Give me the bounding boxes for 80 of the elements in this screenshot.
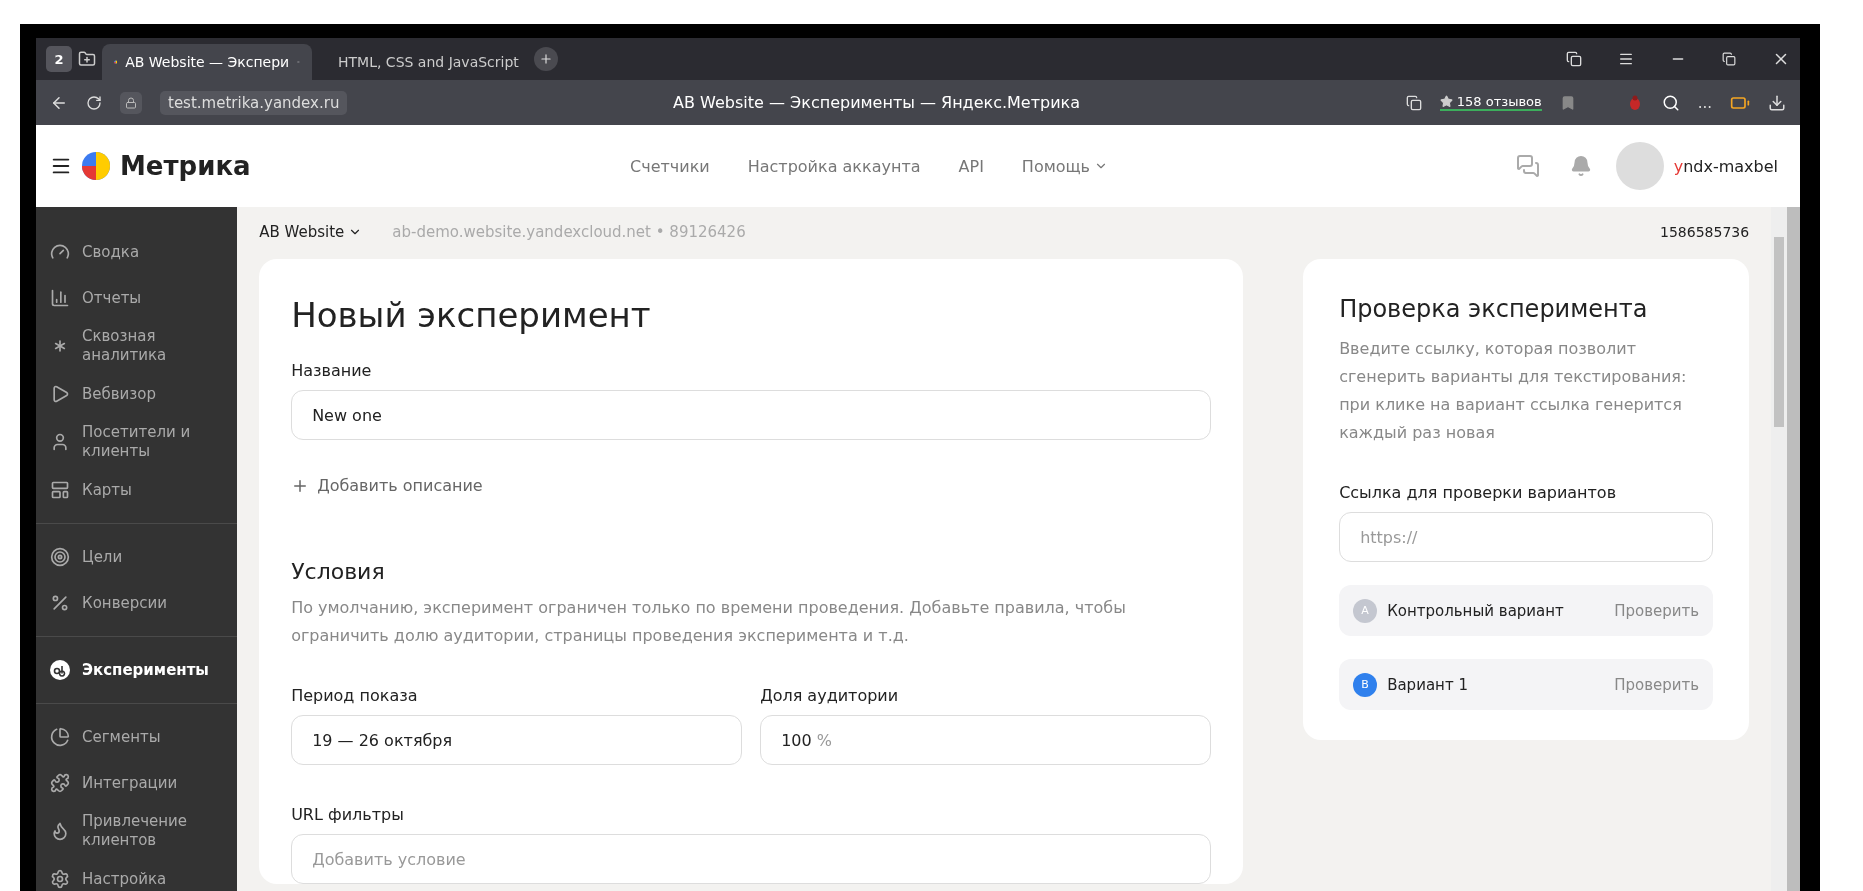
- percent-icon: [50, 593, 70, 613]
- person-icon: [50, 432, 70, 452]
- browser-tab[interactable]: AB Website — Экспери: [102, 44, 312, 80]
- tab-title: AB Website — Экспери: [125, 54, 290, 70]
- star-icon: [1439, 95, 1453, 108]
- field-label: Ссылка для проверки вариантов: [1339, 483, 1618, 502]
- target-icon: [50, 547, 70, 567]
- new-tab-button[interactable]: [534, 47, 558, 71]
- form-title: Новый эксперимент: [291, 295, 652, 335]
- nav-link[interactable]: Настройка аккаунта: [747, 156, 921, 176]
- nav-link[interactable]: Помощь: [1021, 156, 1109, 176]
- copy-icon[interactable]: [1566, 51, 1582, 67]
- sidebar-item[interactable]: Посетители и клиенты: [36, 417, 238, 467]
- browser-tab[interactable]: HTML, CSS and JavaScript: [318, 44, 528, 80]
- section-title: Условия: [291, 559, 386, 584]
- counter-id: 1586585736: [1660, 224, 1750, 240]
- sidebar-item[interactable]: Отчеты: [36, 275, 238, 321]
- sidebar-item[interactable]: Конверсии: [36, 580, 238, 626]
- add-description-link[interactable]: Добавить описание: [291, 476, 1212, 495]
- reload-icon[interactable]: [86, 94, 102, 111]
- sidebar-item[interactable]: Привлечение клиентов: [36, 806, 238, 856]
- pie-chart-icon: [50, 727, 70, 747]
- field-label: URL фильтры: [291, 805, 405, 824]
- sidebar-item[interactable]: Сквозная аналитика: [36, 321, 238, 371]
- bar-chart-icon: [50, 288, 70, 308]
- lock-icon: [125, 96, 137, 109]
- url-filter-field[interactable]: Добавить условие: [291, 834, 1212, 884]
- sidebar-item[interactable]: Карты: [36, 467, 238, 513]
- copy-icon[interactable]: [1405, 94, 1422, 111]
- settings-icon: [50, 869, 70, 889]
- ab-icon: [50, 660, 70, 680]
- counter-selector[interactable]: AB Website: [259, 223, 363, 241]
- sidebar-item[interactable]: Эксперименты: [36, 647, 238, 693]
- address-field[interactable]: test.metrika.yandex.ru: [160, 90, 348, 115]
- restore-icon[interactable]: [1722, 52, 1736, 66]
- flame-icon: [50, 821, 70, 841]
- plus-icon: [539, 52, 553, 66]
- field-label: Доля аудитории: [760, 686, 900, 705]
- search-icon[interactable]: [1661, 93, 1680, 112]
- site-info: ab-demo.website.yandexcloud.net • 89126426: [392, 223, 746, 241]
- layout-icon: [50, 480, 70, 500]
- card-description: Введите ссылку, которая позволит сгенерить варианты для текстирования: при клике на вариант ссылка генерится каждый раз новая: [1339, 338, 1688, 444]
- variant-badge: A: [1353, 598, 1378, 623]
- download-icon[interactable]: [1768, 93, 1786, 112]
- user-name[interactable]: yndx-maxbel: [1673, 156, 1778, 176]
- sidebar-item[interactable]: Настройка: [36, 856, 238, 891]
- logo-text: Метрика: [120, 151, 251, 181]
- nav-link[interactable]: API: [958, 156, 984, 176]
- link-field[interactable]: https://: [1339, 512, 1714, 562]
- tab-counter[interactable]: 2: [46, 46, 72, 72]
- scrollbar[interactable]: [1771, 207, 1787, 891]
- period-field[interactable]: 19 — 26 октября: [291, 715, 743, 765]
- nav-link[interactable]: Счетчики: [630, 156, 710, 176]
- section-description: По умолчанию, эксперимент ограничен только по времени проведения. Добавьте правила, чтобы ограничить долю аудитории, страницы проведения эксперимента и т.д.: [291, 597, 1127, 647]
- sidebar-item[interactable]: Цели: [36, 534, 238, 580]
- tab-title: HTML, CSS and JavaScript: [338, 54, 519, 70]
- field-label: Период показа: [291, 686, 419, 705]
- lock-button[interactable]: [120, 91, 142, 114]
- sidebar-item[interactable]: Сегменты: [36, 714, 238, 760]
- sidebar-item[interactable]: Интеграции: [36, 760, 238, 806]
- sidebar-item[interactable]: Вебвизор: [36, 371, 238, 417]
- menu-icon[interactable]: [1618, 51, 1634, 67]
- card-title: Проверка эксперимента: [1339, 295, 1649, 323]
- check-link[interactable]: Проверить: [1614, 601, 1700, 620]
- play-icon: [50, 384, 70, 404]
- new-folder-icon[interactable]: [78, 50, 96, 68]
- logo-icon: [82, 152, 110, 180]
- sidebar-item[interactable]: Сводка: [36, 229, 238, 275]
- variant-name: Контрольный вариант: [1387, 601, 1564, 620]
- name-field[interactable]: New one: [291, 390, 1212, 440]
- field-label: Название: [291, 361, 373, 380]
- more-button[interactable]: ...: [1697, 93, 1712, 112]
- gauge-icon: [50, 242, 70, 262]
- variant-badge: B: [1353, 672, 1378, 697]
- variant-name: Вариант 1: [1387, 675, 1468, 694]
- check-link[interactable]: Проверить: [1614, 675, 1700, 694]
- reviews-link[interactable]: 158 отзывов: [1439, 94, 1542, 111]
- share-field[interactable]: 100 %: [760, 715, 1212, 765]
- puzzle-icon: [50, 773, 70, 793]
- page-title: AB Website — Эксперименты — Яндекс.Метрика: [672, 93, 1082, 112]
